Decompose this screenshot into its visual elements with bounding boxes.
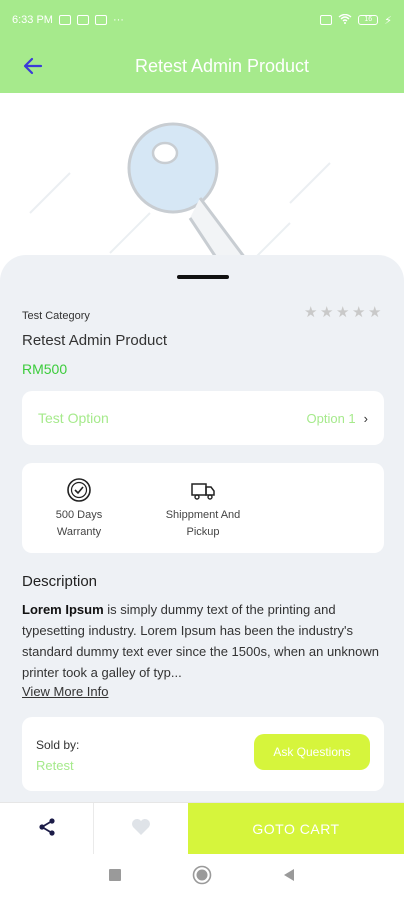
page-title: Retest Admin Product bbox=[134, 56, 310, 76]
drag-handle[interactable] bbox=[177, 275, 229, 279]
star-icon: ★ bbox=[368, 304, 382, 321]
feature-label: Warranty bbox=[56, 526, 102, 538]
product-name: Retest Admin Product bbox=[22, 332, 168, 349]
star-icon: ★ bbox=[336, 304, 350, 321]
view-more-link[interactable]: View More Info bbox=[22, 684, 108, 699]
gmail-icon bbox=[94, 15, 107, 25]
truck-icon bbox=[189, 477, 217, 503]
star-icon: ★ bbox=[320, 304, 334, 321]
share-icon bbox=[37, 817, 57, 842]
back-icon[interactable] bbox=[282, 868, 296, 887]
chevron-right-icon: › bbox=[363, 410, 368, 426]
app-bar: Retest Admin Product bbox=[0, 40, 404, 93]
notification-icon bbox=[76, 15, 89, 25]
sold-by-label: Sold by: bbox=[36, 738, 80, 752]
product-details-sheet: Test Category ★ ★ ★ ★ ★ Retest Admin Pro… bbox=[0, 255, 404, 805]
ask-questions-button[interactable]: Ask Questions bbox=[254, 734, 370, 770]
status-bar: 6:33 PM ··· 16 ⚡ bbox=[0, 0, 404, 40]
sim-icon bbox=[320, 15, 333, 25]
wifi-icon bbox=[338, 13, 352, 27]
goto-cart-button[interactable]: GOTO CART bbox=[188, 803, 404, 855]
feature-warranty: 500 Days Warranty bbox=[24, 477, 134, 541]
option-value: Option 1 bbox=[306, 410, 356, 426]
home-icon[interactable] bbox=[192, 865, 212, 890]
charging-icon: ⚡ bbox=[384, 14, 392, 27]
star-icon: ★ bbox=[304, 304, 318, 321]
heart-icon bbox=[130, 817, 152, 842]
feature-label: Shippment And bbox=[165, 509, 241, 521]
seller-name[interactable]: Retest bbox=[36, 758, 74, 773]
option-selector[interactable]: Test Option Option 1 › bbox=[22, 391, 384, 445]
product-category: Test Category bbox=[22, 310, 90, 322]
back-arrow-icon[interactable] bbox=[18, 52, 48, 80]
system-nav-bar bbox=[0, 854, 404, 900]
feature-shipping: Shippment And Pickup bbox=[148, 477, 258, 541]
description-title: Description bbox=[22, 573, 98, 590]
product-price: RM500 bbox=[22, 361, 68, 377]
more-notifications-icon: ··· bbox=[112, 14, 124, 26]
option-label: Test Option bbox=[38, 410, 109, 426]
feature-label: Pickup bbox=[186, 526, 220, 538]
favorite-button[interactable] bbox=[94, 803, 188, 855]
status-time: 6:33 PM bbox=[12, 14, 53, 26]
description-bold-lead: Lorem Ipsum bbox=[22, 602, 104, 617]
share-button[interactable] bbox=[0, 803, 94, 855]
badge-check-icon bbox=[65, 477, 93, 503]
bottom-action-bar: GOTO CART bbox=[0, 802, 404, 855]
feature-label: 500 Days bbox=[55, 509, 103, 521]
notification-icon bbox=[58, 15, 71, 25]
recents-icon[interactable] bbox=[108, 868, 122, 887]
description-text: Lorem Ipsum is simply dummy text of the … bbox=[22, 599, 384, 683]
battery-icon: 16 bbox=[358, 15, 379, 25]
star-icon: ★ bbox=[352, 304, 366, 321]
seller-card: Sold by: Retest Ask Questions bbox=[22, 717, 384, 791]
features-card: 500 Days Warranty Shippment And Pickup bbox=[22, 463, 384, 553]
rating-stars: ★ ★ ★ ★ ★ bbox=[304, 304, 382, 321]
